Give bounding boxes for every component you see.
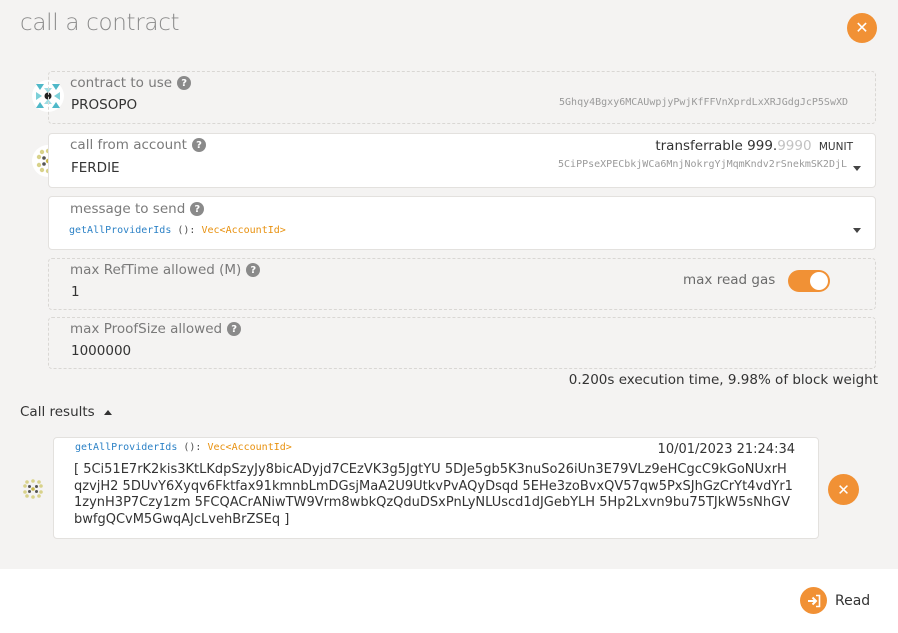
result-message-return: Vec<AccountId> (207, 442, 292, 453)
help-icon[interactable]: ? (246, 263, 261, 277)
result-message-signature: getAllProviderIds (): Vec<AccountId> (75, 442, 292, 453)
proofsize-field: max ProofSize allowed ? 1000000 (48, 317, 876, 369)
message-signature: getAllProviderIds (): Vec<AccountId> (69, 225, 286, 236)
toggle-knob (810, 272, 828, 290)
modal-footer: Read (0, 569, 898, 633)
identicon-icon (23, 479, 43, 499)
help-icon[interactable]: ? (177, 76, 192, 90)
proofsize-label: max ProofSize allowed (70, 321, 223, 337)
transferrable-balance: transferrable 999.9990 MUNIT (655, 138, 853, 154)
call-result-card: getAllProviderIds (): Vec<AccountId> 10/… (53, 437, 819, 539)
account-label: call from account (70, 137, 187, 153)
contract-address: 5Ghqy4Bgxy6MCAUwpjyPwjKfFFVnXprdLxXRJGdg… (559, 97, 848, 108)
message-select[interactable]: message to send ? getAllProviderIds (): … (48, 196, 876, 250)
balance-label: transferrable (655, 138, 743, 154)
message-label: message to send (70, 201, 186, 217)
reftime-label: max RefTime allowed (M) (70, 262, 242, 278)
remove-result-button[interactable]: ✕ (828, 474, 859, 505)
result-output: [ 5Ci51E7rK2kis3KtLKdpSzyJy8bicADyjd7CEz… (74, 462, 793, 527)
message-return-type: Vec<AccountId> (201, 225, 286, 236)
chevron-up-icon (103, 409, 112, 415)
execution-info: 0.200s execution time, 9.98% of block we… (568, 372, 878, 388)
result-message-name: getAllProviderIds (75, 442, 178, 453)
chevron-down-icon[interactable] (853, 228, 861, 233)
modal-title: call a contract (20, 10, 180, 36)
contract-field: contract to use ? PROSOPO 5Ghqy4Bgxy6MCA… (48, 71, 876, 124)
reftime-field: max RefTime allowed (M) ? 1 max read gas (48, 258, 876, 310)
message-params: (): (177, 225, 196, 236)
help-icon[interactable]: ? (190, 202, 205, 216)
close-modal-button[interactable]: ✕ (847, 13, 877, 43)
account-name: FERDIE (71, 160, 120, 176)
balance-unit: MUNIT (818, 141, 853, 153)
contract-name: PROSOPO (71, 97, 138, 113)
help-icon[interactable]: ? (227, 322, 242, 336)
reftime-input[interactable]: 1 (71, 284, 80, 300)
balance-main: 999. (747, 138, 778, 154)
call-results-toggle[interactable]: Call results (20, 404, 112, 420)
message-name: getAllProviderIds (69, 225, 172, 236)
call-results-heading: Call results (20, 404, 95, 420)
chevron-down-icon[interactable] (853, 166, 861, 171)
account-address: 5CiPPseXPECbkjWCa6MnjNokrgYjMqmKndv2rSne… (558, 159, 847, 170)
close-icon: ✕ (855, 18, 869, 37)
close-icon: ✕ (837, 480, 850, 499)
result-message-params: (): (183, 442, 202, 453)
balance-decimals: 9990 (777, 138, 812, 154)
result-timestamp: 10/01/2023 21:24:34 (657, 442, 795, 457)
sign-in-icon (800, 587, 827, 614)
read-button[interactable]: Read (800, 587, 870, 614)
max-read-gas-toggle[interactable] (788, 270, 830, 292)
max-read-gas-label: max read gas (683, 272, 776, 288)
contract-label: contract to use (70, 75, 173, 91)
account-select[interactable]: call from account ? transferrable 999.99… (48, 133, 876, 188)
result-identicon (17, 473, 49, 505)
proofsize-input[interactable]: 1000000 (71, 343, 131, 359)
read-label: Read (835, 592, 871, 609)
help-icon[interactable]: ? (191, 138, 206, 152)
